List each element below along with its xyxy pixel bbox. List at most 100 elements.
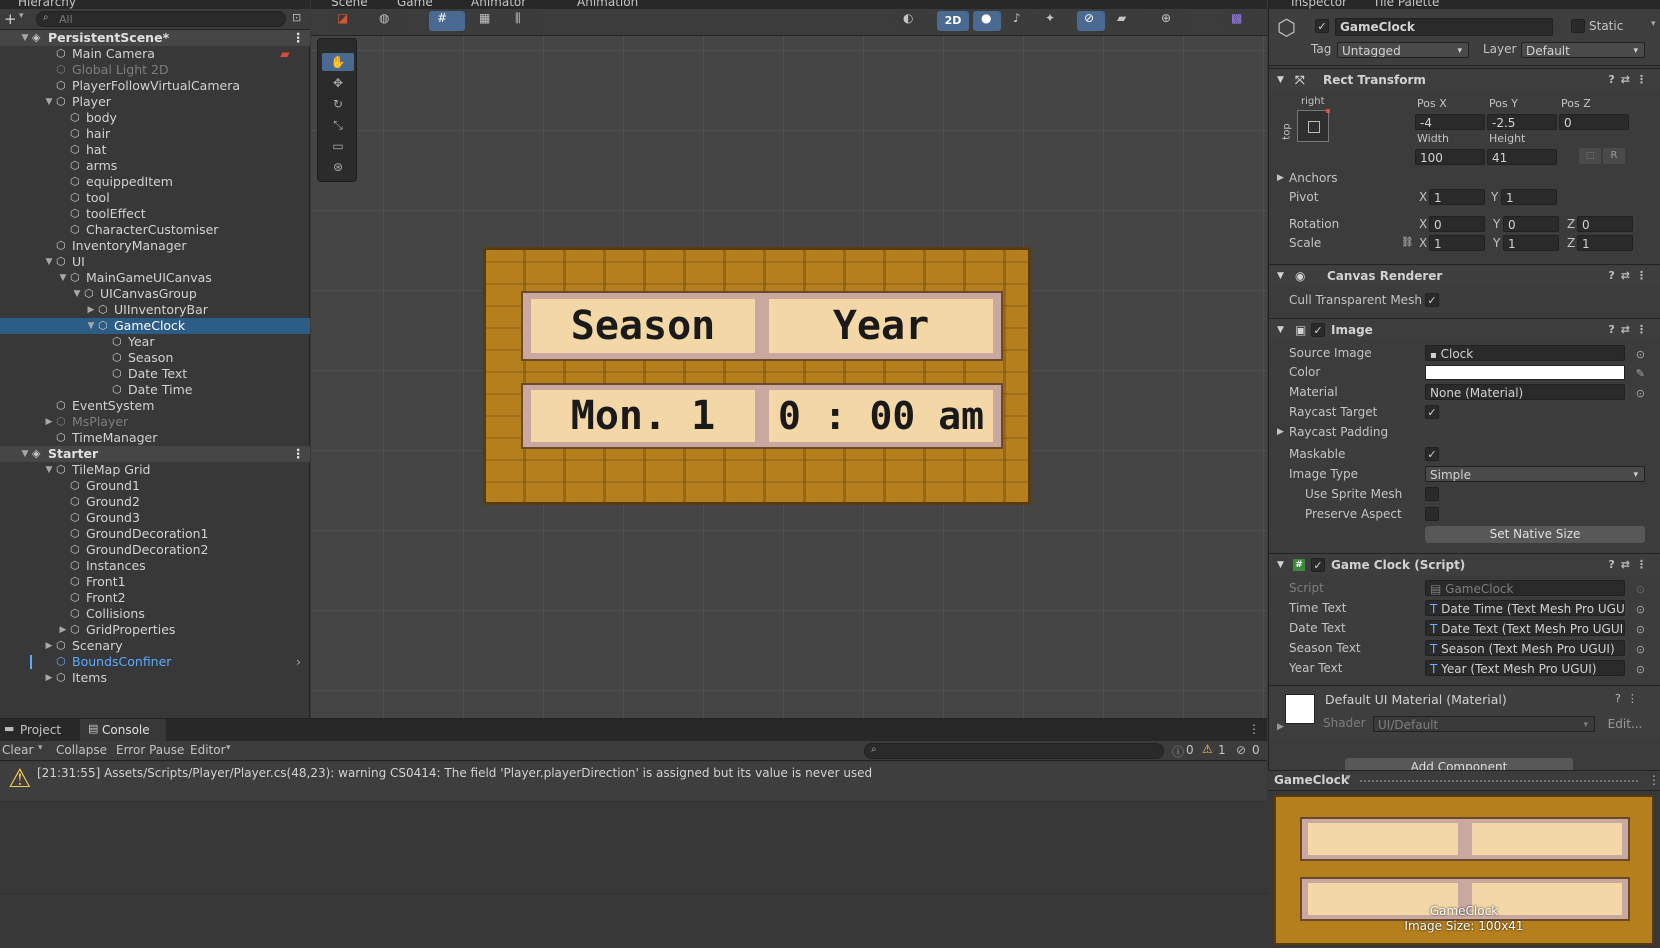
tab-inspector[interactable]: Inspector <box>1291 0 1347 9</box>
hierarchy-item[interactable]: ⬡ equippedItem <box>0 174 310 190</box>
hierarchy-item[interactable]: ⬡ Collisions <box>0 606 310 622</box>
hierarchy-search-input[interactable]: ⌕ All <box>36 11 286 27</box>
expand-arrow-icon[interactable]: ▶ <box>44 414 54 430</box>
hierarchy-item[interactable]: ▼ ⬡ TileMap Grid <box>0 462 310 478</box>
scene-view[interactable]: Scene Game Animator Animation ◪ ◍ # ▦ ⫼ … <box>311 0 1267 718</box>
hierarchy-item[interactable]: ⬡ Ground2 <box>0 494 310 510</box>
transform-tool-icon[interactable]: ⊛ <box>322 158 354 176</box>
expand-arrow-icon[interactable]: ▶ <box>86 302 96 318</box>
hierarchy-item[interactable]: ⬡ EventSystem <box>0 398 310 414</box>
align-dropdown[interactable]: ⫼ <box>507 11 543 31</box>
tab-tile-palette[interactable]: Tile Palette <box>1373 0 1439 9</box>
object-picker-icon[interactable]: ⊙ <box>1636 660 1645 680</box>
season-text-field[interactable]: T Season (Text Mesh Pro UGUI) <box>1425 640 1625 656</box>
prefab-open-icon[interactable]: › <box>296 654 301 670</box>
maskable-checkbox[interactable]: ✓ <box>1425 447 1439 461</box>
pos-y-field[interactable]: -2.5 <box>1487 114 1557 130</box>
hierarchy-item[interactable]: ▼ ⬡ GameClock <box>0 318 310 334</box>
warning-filter-icon[interactable]: ⚠ <box>1202 742 1213 756</box>
camera-dropdown[interactable]: ▰ <box>1109 11 1149 31</box>
collapse-arrow-icon[interactable]: ▼ <box>20 30 30 46</box>
hierarchy-item[interactable]: ⬡ toolEffect <box>0 206 310 222</box>
pivot-x-field[interactable]: 1 <box>1429 189 1485 205</box>
hierarchy-item[interactable]: ⬡ Ground1 <box>0 478 310 494</box>
scene-visibility-toggle[interactable]: ⊘ <box>1077 11 1105 31</box>
toggle-2d-button[interactable]: 2D <box>937 11 969 31</box>
hierarchy-item[interactable]: ⬡ CharacterCustomiser <box>0 222 310 238</box>
hierarchy-item[interactable]: ▶ ⬡ MsPlayer <box>0 414 310 430</box>
source-image-field[interactable]: ▪ Clock <box>1425 345 1625 361</box>
hierarchy-item[interactable]: ⬡ Front1 <box>0 574 310 590</box>
hierarchy-item[interactable]: ▼ ⬡ UI <box>0 254 310 270</box>
image-enabled-checkbox[interactable]: ✓ <box>1311 323 1325 337</box>
blueprint-mode-button[interactable]: ⬚ <box>1579 148 1601 164</box>
object-name-field[interactable]: GameClock <box>1335 18 1553 36</box>
hierarchy-item[interactable]: ⬡ body <box>0 110 310 126</box>
clear-button[interactable]: Clear <box>2 743 33 757</box>
rotation-x-field[interactable]: 0 <box>1429 216 1485 232</box>
hierarchy-item[interactable]: ⬡ GroundDecoration2 <box>0 542 310 558</box>
hierarchy-item[interactable]: ⬡ PlayerFollowVirtualCamera <box>0 78 310 94</box>
hierarchy-item[interactable]: ⬡ InventoryManager <box>0 238 310 254</box>
collapse-arrow-icon[interactable]: ▼ <box>44 254 54 270</box>
collapse-arrow-icon[interactable]: ▼ <box>1277 69 1284 91</box>
collapse-arrow-icon[interactable]: ▼ <box>1277 265 1284 287</box>
clear-dropdown-icon[interactable]: ▾ <box>38 743 43 753</box>
collapse-button[interactable]: Collapse <box>56 743 107 757</box>
pivot-y-field[interactable]: 1 <box>1501 189 1557 205</box>
component-menu-icons[interactable]: ?⇄⋮ <box>1608 69 1653 91</box>
static-dropdown-icon[interactable]: ▾ <box>1651 19 1656 29</box>
grid-snap-toggle[interactable]: # <box>429 11 465 31</box>
anchors-row[interactable]: ▶ Anchors <box>1269 168 1660 188</box>
script-enabled-checkbox[interactable]: ✓ <box>1311 558 1325 572</box>
hierarchy-item[interactable]: ⬡ GroundDecoration1 <box>0 526 310 542</box>
hierarchy-item[interactable]: ▶ ⬡ GridProperties <box>0 622 310 638</box>
hierarchy-item[interactable]: ▼ ⬡ Player <box>0 94 310 110</box>
collapse-arrow-icon[interactable]: ▼ <box>1277 554 1284 576</box>
gizmos-dropdown[interactable]: ⊕ <box>1153 11 1189 31</box>
error-pause-button[interactable]: Error Pause <box>116 743 184 757</box>
add-icon[interactable]: + <box>4 10 17 28</box>
height-field[interactable]: 41 <box>1487 149 1557 165</box>
tab-animation[interactable]: Animation <box>577 0 638 9</box>
game-clock-sprite[interactable]: Season Year Mon. 1 0 : 00 am <box>483 247 1031 505</box>
image-header[interactable]: ▼ ▣ ✓ Image ?⇄⋮ <box>1269 318 1660 340</box>
raw-edit-button[interactable]: R <box>1603 148 1625 164</box>
collapse-arrow-icon[interactable]: ▼ <box>86 318 96 334</box>
time-text-field[interactable]: T Date Time (Text Mesh Pro UGUI) <box>1425 600 1625 616</box>
add-component-button[interactable]: Add Component <box>1345 758 1573 770</box>
hierarchy-item[interactable]: ⬡ Season <box>0 350 310 366</box>
expand-arrow-icon[interactable]: ▶ <box>58 622 68 638</box>
hierarchy-item[interactable]: ▶ ⬡ Scenary <box>0 638 310 654</box>
tab-game[interactable]: Game <box>397 0 433 9</box>
hierarchy-item[interactable]: ⬡ Year <box>0 334 310 350</box>
layer-dropdown[interactable]: Default ▾ <box>1521 42 1645 58</box>
cull-checkbox[interactable]: ✓ <box>1425 293 1439 307</box>
search-filter-icon[interactable]: ⊡ <box>292 11 301 24</box>
kebab-menu-icon[interactable]: ⋮ <box>292 446 305 462</box>
collapse-arrow-icon[interactable]: ▼ <box>44 462 54 478</box>
hierarchy-item[interactable]: ⬡ Front2 <box>0 590 310 606</box>
object-picker-icon[interactable]: ⊙ <box>1636 600 1645 620</box>
hierarchy-item[interactable]: ⬡ Global Light 2D <box>0 62 310 78</box>
material-field[interactable]: None (Material) <box>1425 384 1625 400</box>
shader-edit-button[interactable]: Edit... <box>1601 716 1649 732</box>
raycast-padding-row[interactable]: ▶ Raycast Padding <box>1269 422 1660 442</box>
lighting-toggle[interactable]: ● <box>973 11 1001 31</box>
rect-tool-icon[interactable]: ▭ <box>322 137 354 155</box>
tab-console[interactable]: ▤ Console <box>80 719 166 741</box>
hierarchy-item[interactable]: ⬡ arms <box>0 158 310 174</box>
game-clock-script-header[interactable]: ▼ # ✓ Game Clock (Script) ?⇄⋮ <box>1269 553 1660 575</box>
tag-dropdown[interactable]: Untagged ▾ <box>1337 42 1469 58</box>
expand-arrow-icon[interactable]: ▶ <box>44 638 54 654</box>
tab-animator[interactable]: Animator <box>471 0 526 9</box>
tab-hierarchy[interactable]: Hierarchy <box>18 0 76 9</box>
component-menu-icons[interactable]: ?⇄⋮ <box>1608 554 1653 576</box>
set-native-size-button[interactable]: Set Native Size <box>1425 526 1645 543</box>
collapse-arrow-icon[interactable]: ▼ <box>1277 319 1284 341</box>
object-picker-icon[interactable]: ⊙ <box>1636 620 1645 640</box>
console-search-input[interactable]: ⌕ <box>864 743 1164 759</box>
shading-dropdown[interactable]: ◐ <box>895 11 931 31</box>
hierarchy-item[interactable]: ⬡ BoundsConfiner › <box>0 654 310 670</box>
scale-y-field[interactable]: 1 <box>1503 235 1559 251</box>
